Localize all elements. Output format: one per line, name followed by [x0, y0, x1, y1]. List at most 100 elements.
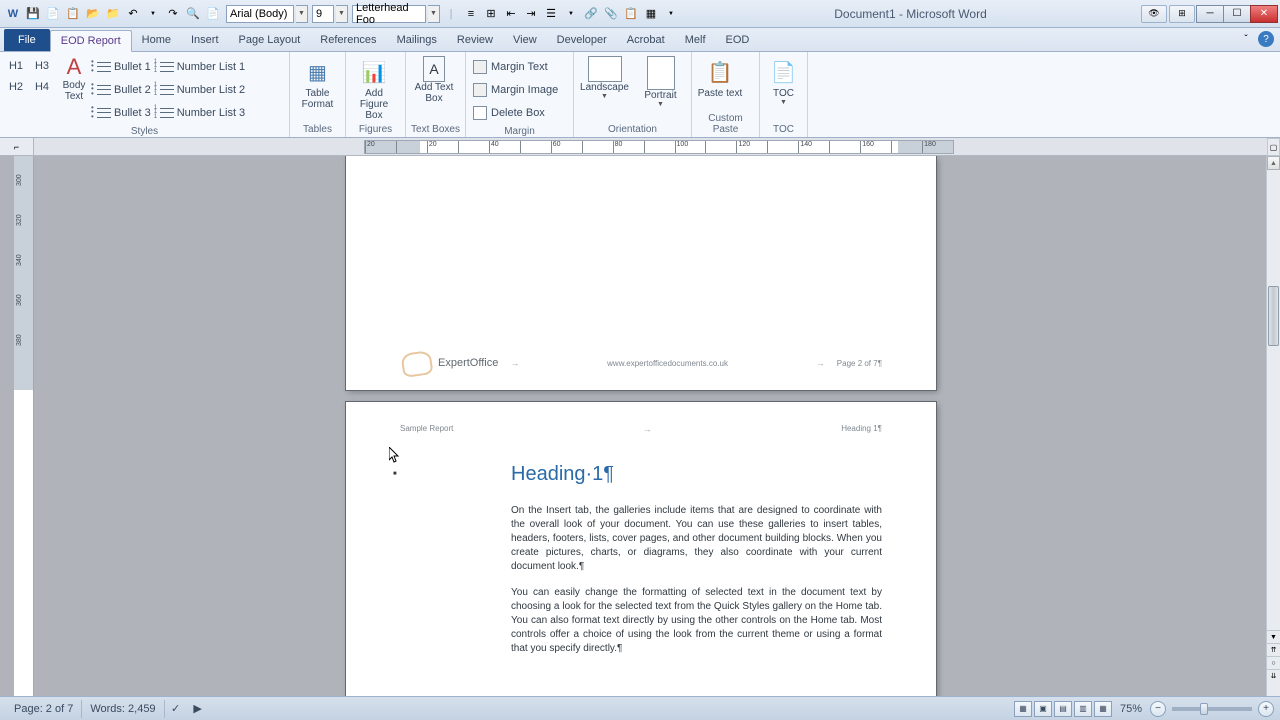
save-as-icon[interactable]: 📄 — [44, 5, 62, 23]
new-icon[interactable]: 📋 — [64, 5, 82, 23]
print-layout-view[interactable]: ▦ — [1014, 701, 1032, 717]
tab-view[interactable]: View — [503, 29, 547, 51]
tab-eod-report[interactable]: EOD Report — [50, 30, 132, 52]
help-icon[interactable]: ? — [1258, 31, 1274, 47]
maximize-button[interactable]: ☐ — [1223, 5, 1251, 23]
add-textbox-button[interactable]: A Add Text Box — [410, 54, 458, 104]
h2-button[interactable]: H2 — [4, 77, 28, 97]
increase-indent-icon[interactable]: ⇥ — [522, 5, 540, 23]
tab-eod[interactable]: EOD — [716, 29, 760, 51]
body-text-button[interactable]: A Body Text — [57, 54, 91, 102]
status-macro-icon[interactable]: ▶ — [189, 700, 207, 718]
zoom-slider[interactable] — [1172, 707, 1252, 711]
extra-btn-1[interactable]: 👁 — [1141, 5, 1167, 23]
status-page[interactable]: Page: 2 of 7 — [6, 700, 82, 718]
ruler-toggle-button[interactable]: ▢ — [1267, 138, 1280, 156]
tab-acrobat[interactable]: Acrobat — [617, 29, 675, 51]
font-size-dropdown[interactable]: ▼ — [336, 5, 348, 23]
open-icon[interactable]: 📂 — [84, 5, 102, 23]
word-icon[interactable]: W — [4, 5, 22, 23]
style-box[interactable]: Letterhead Foo — [352, 5, 426, 23]
portrait-button[interactable]: Portrait ▼ — [634, 54, 687, 108]
minimize-button[interactable]: ─ — [1196, 5, 1224, 23]
outline-view[interactable]: ▥ — [1074, 701, 1092, 717]
horizontal-ruler[interactable]: 20 20 40 60 80 100 120 140 160 180 — [34, 138, 1280, 155]
qat-btn-2[interactable]: ⊞ — [482, 5, 500, 23]
qat-btn-6[interactable]: 🔗 — [582, 5, 600, 23]
bullet-1-button[interactable]: Bullet 1 — [94, 56, 154, 78]
zoom-slider-thumb[interactable] — [1200, 703, 1208, 715]
margin-image-button[interactable]: Margin Image — [470, 79, 561, 101]
qat-btn-5[interactable]: ☰ — [542, 5, 560, 23]
qat-btn-9[interactable]: ▦ — [642, 5, 660, 23]
undo-drop-icon[interactable]: ▼ — [144, 5, 162, 23]
font-name-dropdown[interactable]: ▼ — [296, 5, 308, 23]
browse-object-button[interactable]: ○ — [1267, 656, 1280, 669]
full-screen-view[interactable]: ▣ — [1034, 701, 1052, 717]
page-2[interactable]: Sample Report → Heading 1¶ ■ Heading·1¶ … — [346, 402, 936, 696]
h4-button[interactable]: H4 — [30, 77, 54, 97]
tab-home[interactable]: Home — [132, 29, 181, 51]
table-format-button[interactable]: ▦ Table Format — [294, 54, 341, 110]
bullet-2-button[interactable]: Bullet 2 — [94, 79, 154, 101]
number-2-button[interactable]: Number List 2 — [157, 79, 248, 101]
undo-icon[interactable]: ↶ — [124, 5, 142, 23]
zoom-percent[interactable]: 75% — [1120, 703, 1142, 715]
qat-more-icon[interactable]: ▼ — [662, 5, 680, 23]
redo-icon[interactable]: ↷ — [164, 5, 182, 23]
bullet-3-button[interactable]: Bullet 3 — [94, 102, 154, 124]
prev-page-button[interactable]: ⇈ — [1267, 643, 1280, 656]
tab-page-layout[interactable]: Page Layout — [229, 29, 311, 51]
tab-arrow-icon: → — [816, 358, 825, 368]
scroll-thumb[interactable] — [1268, 286, 1279, 346]
open-folder-icon[interactable]: 📁 — [104, 5, 122, 23]
qat-btn-8[interactable]: 📋 — [622, 5, 640, 23]
zoom-icon[interactable]: 📄 — [204, 5, 222, 23]
draft-view[interactable]: ▦ — [1094, 701, 1112, 717]
save-icon[interactable]: 💾 — [24, 5, 42, 23]
scroll-down-button[interactable]: ▼ — [1267, 630, 1280, 643]
font-name-box[interactable]: Arial (Body) — [226, 5, 294, 23]
style-dropdown[interactable]: ▼ — [428, 5, 440, 23]
landscape-button[interactable]: Landscape ▼ — [578, 54, 631, 100]
decrease-indent-icon[interactable]: ⇤ — [502, 5, 520, 23]
vertical-ruler[interactable]: 300 320 340 360 380 — [14, 156, 34, 696]
tab-review[interactable]: Review — [447, 29, 503, 51]
qat-drop-5[interactable]: ▼ — [562, 5, 580, 23]
qat-btn-7[interactable]: 📎 — [602, 5, 620, 23]
vertical-scrollbar[interactable]: ▢ ▲ ▼ ⇈ ○ ⇊ — [1266, 156, 1280, 696]
qat-btn-1[interactable]: ≡ — [462, 5, 480, 23]
number-3-button[interactable]: Number List 3 — [157, 102, 248, 124]
h3-button[interactable]: H3 — [30, 56, 54, 76]
delete-box-button[interactable]: Delete Box — [470, 102, 561, 124]
document-content[interactable]: ■ Heading·1¶ On the Insert tab, the gall… — [511, 460, 882, 668]
number-1-button[interactable]: Number List 1 — [157, 56, 248, 78]
tab-developer[interactable]: Developer — [547, 29, 617, 51]
file-tab[interactable]: File — [4, 29, 50, 51]
page-1[interactable]: ExpertOffice → www.expertofficedocuments… — [346, 156, 936, 390]
status-words[interactable]: Words: 2,459 — [82, 700, 164, 718]
paste-text-button[interactable]: 📋 Paste text — [696, 54, 744, 99]
font-size-box[interactable]: 9 — [312, 5, 334, 23]
zoom-out-button[interactable]: − — [1150, 701, 1166, 717]
ribbon-group-margin: Margin Text Margin Image Delete Box Marg… — [466, 52, 574, 137]
extra-btn-2[interactable]: ⊞ — [1169, 5, 1195, 23]
tab-mailings[interactable]: Mailings — [387, 29, 447, 51]
tab-melf[interactable]: Melf — [675, 29, 716, 51]
scroll-up-button[interactable]: ▲ — [1267, 156, 1280, 170]
print-preview-icon[interactable]: 🔍 — [184, 5, 202, 23]
web-layout-view[interactable]: ▤ — [1054, 701, 1072, 717]
number-icon — [160, 60, 174, 74]
zoom-in-button[interactable]: + — [1258, 701, 1274, 717]
tab-insert[interactable]: Insert — [181, 29, 229, 51]
h1-button[interactable]: H1 — [4, 56, 28, 76]
ribbon-minimize-icon[interactable]: ˇ — [1238, 31, 1254, 47]
margin-text-button[interactable]: Margin Text — [470, 56, 561, 78]
add-figure-button[interactable]: 📊 Add Figure Box — [350, 54, 398, 121]
ruler-corner[interactable]: ⌐ — [0, 138, 34, 156]
toc-button[interactable]: 📄 TOC ▼ — [764, 54, 803, 106]
close-button[interactable]: ✕ — [1250, 5, 1278, 23]
next-page-button[interactable]: ⇊ — [1267, 669, 1280, 682]
status-proofing-icon[interactable]: ✓ — [167, 700, 185, 718]
tab-references[interactable]: References — [310, 29, 386, 51]
